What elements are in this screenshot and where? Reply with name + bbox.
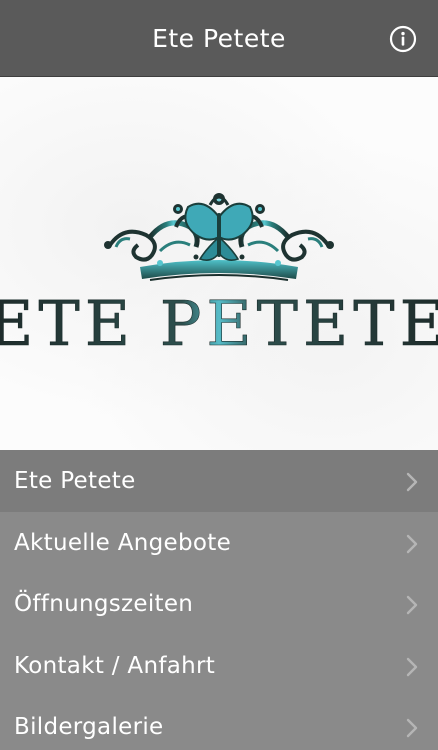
menu-item-kontakt-anfahrt[interactable]: Kontakt / Anfahrt <box>0 635 438 697</box>
ete-petete-logo: ETE PETETE <box>0 193 438 360</box>
info-circle-icon <box>389 25 417 53</box>
main-menu: Ete Petete Aktuelle Angebote Öffnungszei… <box>0 450 438 750</box>
logo-wordmark: ETE PETETE <box>0 287 438 360</box>
chevron-right-icon <box>406 534 418 553</box>
menu-item-bildergalerie[interactable]: Bildergalerie <box>0 696 438 750</box>
info-button[interactable] <box>389 25 417 53</box>
menu-item-label: Öffnungszeiten <box>14 591 194 617</box>
app-screen: Ete Petete ETE PETETE Ete Petete Aktuell… <box>0 0 438 750</box>
menu-item-label: Aktuelle Angebote <box>14 529 232 556</box>
chevron-right-icon <box>406 595 418 615</box>
navigation-bar: Ete Petete <box>0 0 438 77</box>
menu-item-oeffnungszeiten[interactable]: Öffnungszeiten <box>0 573 438 635</box>
menu-item-label: Bildergalerie <box>14 714 164 740</box>
chevron-right-icon <box>406 657 418 676</box>
chevron-right-icon <box>406 718 418 738</box>
chevron-right-icon <box>406 472 418 492</box>
page-title: Ete Petete <box>152 24 286 53</box>
logo-banner: ETE PETETE <box>0 77 438 450</box>
menu-item-label: Kontakt / Anfahrt <box>14 652 216 679</box>
menu-item-label: Ete Petete <box>14 468 136 494</box>
menu-item-ete-petete[interactable]: Ete Petete <box>0 450 438 512</box>
menu-item-aktuelle-angebote[interactable]: Aktuelle Angebote <box>0 512 438 574</box>
